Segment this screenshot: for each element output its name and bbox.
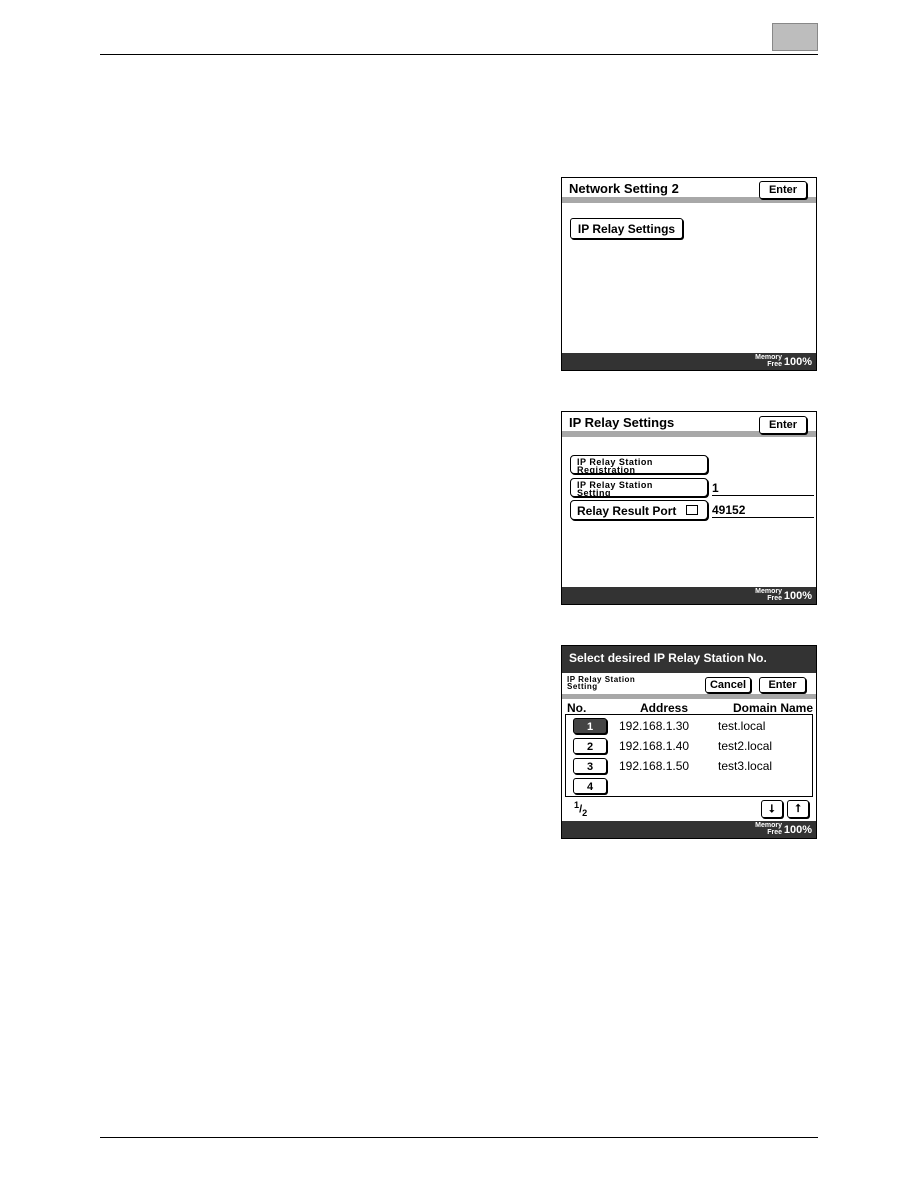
memory-label: Memory xyxy=(755,354,782,361)
memory-label: Memory xyxy=(755,588,782,595)
memory-label: Memory xyxy=(755,822,782,829)
header-rule xyxy=(100,54,818,55)
footer-rule xyxy=(100,1137,818,1138)
address-cell: 192.168.1.50 xyxy=(619,759,690,773)
domain-cell: test2.local xyxy=(718,739,773,753)
domain-cell: test3.local xyxy=(718,759,773,773)
table-row[interactable]: 4 xyxy=(566,778,812,796)
panel-title: Network Setting 2 xyxy=(569,181,679,196)
arrow-down-icon: ⭣ xyxy=(769,802,775,815)
table-row[interactable]: 2 192.168.1.40 test2.local xyxy=(566,738,812,756)
relay-result-port-value[interactable]: 49152 xyxy=(712,503,814,518)
memory-percent: 100% xyxy=(783,590,812,602)
network-setting-panel: Network Setting 2 Enter IP Relay Setting… xyxy=(561,177,817,371)
ip-relay-station-setting-button[interactable]: IP Relay Station Setting xyxy=(570,478,708,498)
table-row[interactable]: 3 192.168.1.50 test3.local xyxy=(566,758,812,776)
scroll-up-button[interactable]: ⭡ xyxy=(787,800,809,818)
ip-relay-station-registration-button[interactable]: IP Relay Station Registration xyxy=(570,455,708,475)
free-label: Free xyxy=(767,595,782,602)
status-bar: Memory Free 100% xyxy=(562,353,816,370)
address-cell: 192.168.1.40 xyxy=(619,739,690,753)
ip-relay-settings-panel: IP Relay Settings Enter IP Relay Station… xyxy=(561,411,817,605)
column-address: Address xyxy=(640,701,689,715)
free-label: Free xyxy=(767,829,782,836)
address-cell: 192.168.1.30 xyxy=(619,719,690,733)
status-bar: Memory Free 100% xyxy=(562,821,816,838)
station-number-button[interactable]: 4 xyxy=(573,778,607,794)
enter-button[interactable]: Enter xyxy=(759,416,807,434)
station-setting-value: 1 xyxy=(712,481,814,496)
panel-title: Select desired IP Relay Station No. xyxy=(569,651,767,665)
cancel-button[interactable]: Cancel xyxy=(705,677,751,693)
memory-percent: 100% xyxy=(783,356,812,368)
station-list: 1 192.168.1.30 test.local 2 192.168.1.40… xyxy=(565,714,813,797)
select-station-panel: Select desired IP Relay Station No. IP R… xyxy=(561,645,817,839)
title-bar: Select desired IP Relay Station No. xyxy=(562,646,816,673)
chapter-tab xyxy=(772,23,818,51)
station-number-button[interactable]: 1 xyxy=(573,718,607,734)
ip-relay-settings-button[interactable]: IP Relay Settings xyxy=(570,218,683,239)
domain-cell: test.local xyxy=(718,719,766,733)
column-domain-name: Domain Name xyxy=(733,701,814,715)
enter-button[interactable]: Enter xyxy=(759,677,806,693)
arrow-up-icon: ⭡ xyxy=(795,802,801,815)
relay-result-port-button[interactable]: Relay Result Port xyxy=(570,500,708,520)
status-bar: Memory Free 100% xyxy=(562,587,816,604)
subtitle: IP Relay Station Setting xyxy=(567,675,636,691)
enter-button[interactable]: Enter xyxy=(759,181,807,199)
memory-percent: 100% xyxy=(783,824,812,836)
column-no: No. xyxy=(567,701,587,715)
station-number-button[interactable]: 2 xyxy=(573,738,607,754)
document-page: Network Setting 2 Enter IP Relay Setting… xyxy=(0,0,918,1188)
station-number-button[interactable]: 3 xyxy=(573,758,607,774)
free-label: Free xyxy=(767,361,782,368)
scroll-down-button[interactable]: ⭣ xyxy=(761,800,783,818)
keypad-icon xyxy=(685,505,698,515)
panel-title: IP Relay Settings xyxy=(569,415,675,430)
table-row[interactable]: 1 192.168.1.30 test.local xyxy=(566,718,812,736)
page-indicator: 1/2 xyxy=(574,800,588,818)
header-bar xyxy=(562,694,816,699)
